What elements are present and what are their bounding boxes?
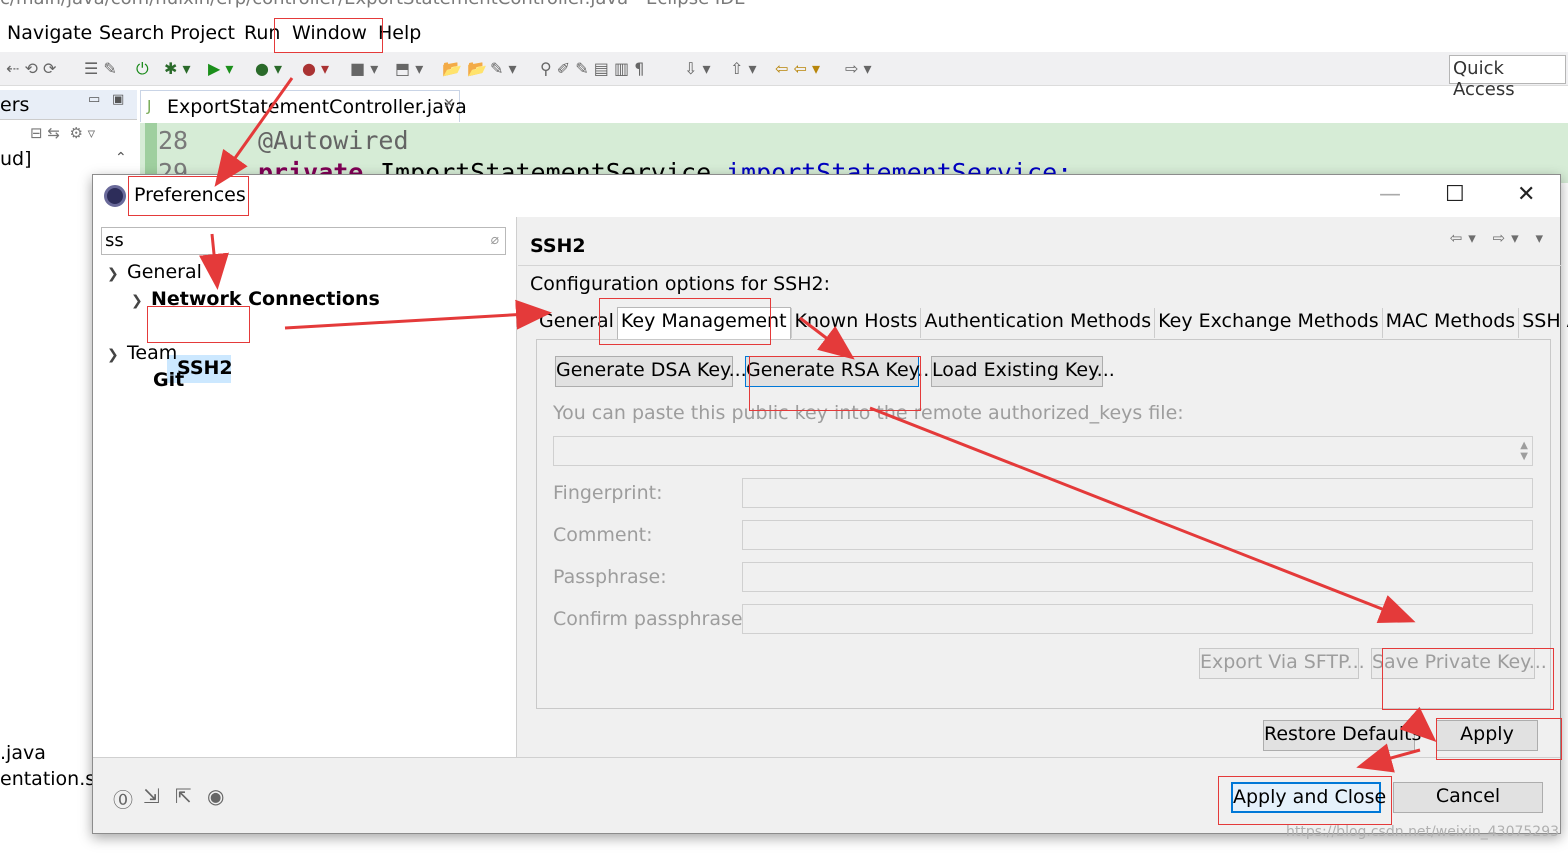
arrow-save-to-apply (1399, 706, 1437, 742)
annotation-arrows (199, 77, 1437, 773)
arrow-window-to-preferences (214, 77, 294, 187)
arrow-rsa-to-save (869, 406, 1416, 623)
arrow-preferences-to-tree (199, 233, 229, 290)
arrow-apply-to-apply-close (1356, 743, 1421, 773)
arrow-key-mgmt-to-rsa (799, 316, 855, 360)
arrow-ssh2-to-general-tab (284, 299, 552, 330)
watermark: https://blog.csdn.net/weixin_43075293 (1286, 824, 1560, 840)
